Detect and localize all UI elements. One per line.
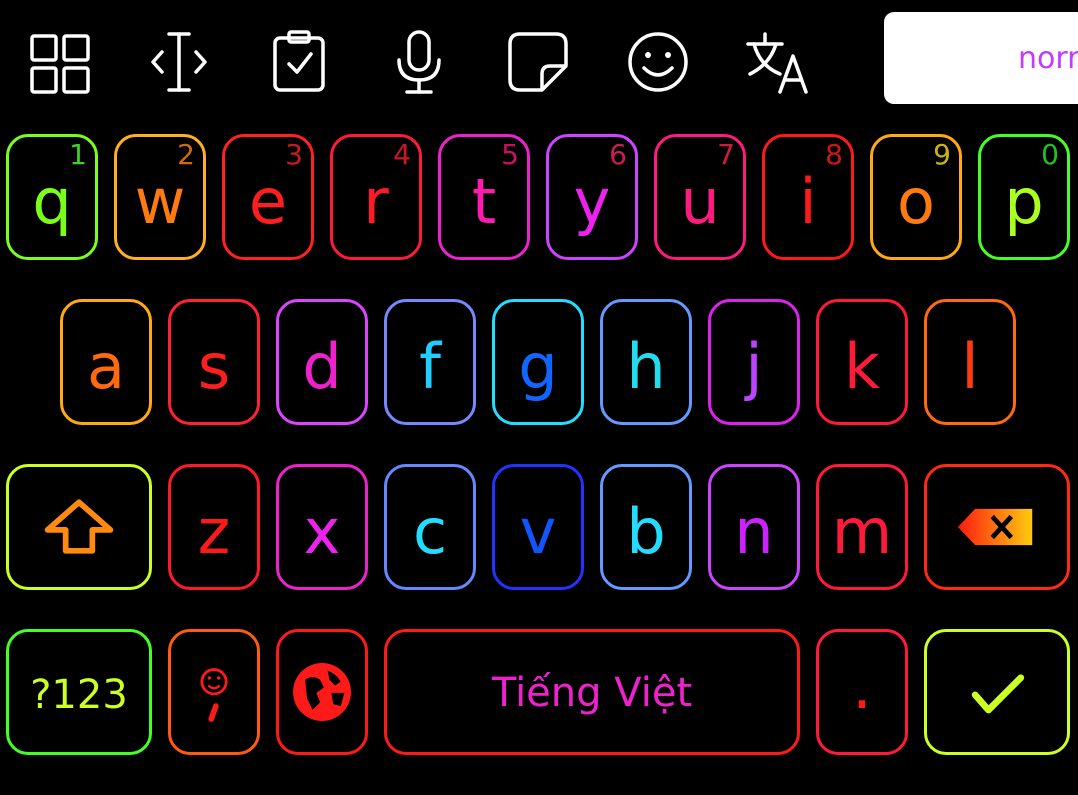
- backspace-icon: [957, 508, 1033, 546]
- clipboard-icon[interactable]: [268, 30, 332, 94]
- key-k[interactable]: k: [816, 299, 908, 425]
- key-v[interactable]: v: [492, 464, 584, 590]
- key-letter: k: [844, 330, 880, 403]
- emoji-comma-icon: [200, 668, 228, 722]
- key-letter: h: [626, 330, 666, 403]
- key-letter: y: [573, 165, 611, 238]
- key-letter: v: [519, 495, 557, 568]
- key-a[interactable]: a: [60, 299, 152, 425]
- key-c[interactable]: c: [384, 464, 476, 590]
- key-letter: g: [518, 330, 558, 403]
- key-letter: d: [302, 330, 342, 403]
- key-letter: p: [1004, 165, 1044, 238]
- key-letter: z: [197, 495, 231, 568]
- key-number-hint: 1: [69, 138, 87, 171]
- key-d[interactable]: d: [276, 299, 368, 425]
- key-f[interactable]: f: [384, 299, 476, 425]
- period-key[interactable]: .: [816, 629, 908, 755]
- key-letter: l: [961, 330, 979, 403]
- shift-arrow-icon: [44, 499, 114, 554]
- key-number-hint: 4: [393, 138, 411, 171]
- checkmark-icon: [971, 674, 1025, 714]
- key-n[interactable]: n: [708, 464, 800, 590]
- key-letter: i: [799, 165, 817, 238]
- key-z[interactable]: z: [168, 464, 260, 590]
- key-number-hint: 0: [1041, 138, 1059, 171]
- key-r[interactable]: r4: [330, 134, 422, 260]
- key-letter: w: [134, 165, 186, 238]
- key-letter: b: [626, 495, 666, 568]
- key-number-hint: 9: [933, 138, 951, 171]
- key-letter: m: [831, 495, 893, 568]
- globe-icon: [293, 663, 351, 721]
- key-letter: t: [471, 165, 497, 238]
- key-number-hint: 8: [825, 138, 843, 171]
- key-e[interactable]: e3: [222, 134, 314, 260]
- globe-key[interactable]: [276, 629, 368, 755]
- key-letter: x: [303, 495, 341, 568]
- key-x[interactable]: x: [276, 464, 368, 590]
- space-label: Tiếng Việt: [491, 670, 693, 716]
- key-o[interactable]: o9: [870, 134, 962, 260]
- key-i[interactable]: i8: [762, 134, 854, 260]
- key-number-hint: 6: [609, 138, 627, 171]
- key-letter: o: [897, 165, 935, 238]
- key-letter: q: [32, 165, 72, 238]
- key-letter: r: [363, 165, 389, 238]
- key-m[interactable]: m: [816, 464, 908, 590]
- key-t[interactable]: t5: [438, 134, 530, 260]
- prediction-suggestion[interactable]: norr: [884, 12, 1078, 104]
- grid-icon[interactable]: [28, 30, 92, 94]
- microphone-icon[interactable]: [387, 30, 451, 94]
- key-w[interactable]: w2: [114, 134, 206, 260]
- symbols-key[interactable]: ?123: [6, 629, 152, 755]
- key-s[interactable]: s: [168, 299, 260, 425]
- key-p[interactable]: p0: [978, 134, 1070, 260]
- key-letter: j: [745, 330, 763, 403]
- key-letter: f: [419, 330, 441, 403]
- key-g[interactable]: g: [492, 299, 584, 425]
- key-number-hint: 5: [501, 138, 519, 171]
- text-cursor-icon[interactable]: [148, 30, 212, 94]
- emoji-icon[interactable]: [626, 30, 690, 94]
- emoji-comma-key[interactable]: [168, 629, 260, 755]
- key-number-hint: 7: [717, 138, 735, 171]
- key-j[interactable]: j: [708, 299, 800, 425]
- backspace-key[interactable]: [924, 464, 1070, 590]
- key-number-hint: 3: [285, 138, 303, 171]
- sticker-icon[interactable]: [506, 30, 570, 94]
- key-letter: a: [87, 330, 125, 403]
- key-letter: e: [248, 165, 288, 238]
- key-letter: n: [734, 495, 774, 568]
- prediction-text: norr: [1018, 41, 1078, 76]
- enter-key[interactable]: [924, 629, 1070, 755]
- key-h[interactable]: h: [600, 299, 692, 425]
- symbols-label: ?123: [30, 672, 128, 718]
- key-y[interactable]: y6: [546, 134, 638, 260]
- translate-icon[interactable]: [746, 30, 810, 94]
- shift-key[interactable]: [6, 464, 152, 590]
- key-l[interactable]: l: [924, 299, 1016, 425]
- period-label: .: [852, 650, 872, 723]
- key-letter: s: [197, 330, 231, 403]
- key-u[interactable]: u7: [654, 134, 746, 260]
- key-number-hint: 2: [177, 138, 195, 171]
- key-q[interactable]: q1: [6, 134, 98, 260]
- key-letter: c: [412, 495, 448, 568]
- key-letter: u: [680, 165, 720, 238]
- key-b[interactable]: b: [600, 464, 692, 590]
- space-key[interactable]: Tiếng Việt: [384, 629, 800, 755]
